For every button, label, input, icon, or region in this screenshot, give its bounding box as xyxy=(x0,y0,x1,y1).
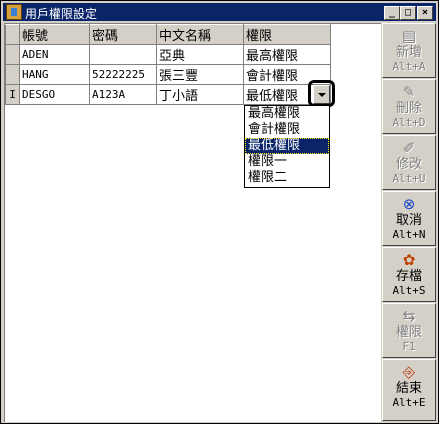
save-icon: ✿ xyxy=(402,251,416,269)
name-cell[interactable]: 張三豐 xyxy=(156,64,244,85)
cancel-icon: ⊗ xyxy=(402,195,416,213)
exit-icon: ⎆ xyxy=(402,363,415,381)
password-cell[interactable]: 52222225 xyxy=(89,64,157,85)
minimize-button[interactable]: _ xyxy=(384,6,400,20)
edit-button[interactable]: ✐ 修改 Alt+U xyxy=(382,135,436,190)
app-icon[interactable] xyxy=(6,4,22,20)
row-indicator[interactable] xyxy=(5,64,20,85)
column-header-name[interactable]: 中文名稱 xyxy=(156,24,244,45)
column-header-permission[interactable]: 權限 xyxy=(243,24,331,45)
permission-button[interactable]: ⇆ 權限 F1 xyxy=(382,303,436,358)
permission-dropdown-list: 最高權限 會計權限 最低權限 權限一 權限二 xyxy=(244,105,330,188)
permission-label: 權限 xyxy=(395,325,422,340)
grid-header-row: 帳號 密碼 中文名稱 權限 xyxy=(5,24,331,45)
table-row[interactable]: ADEN 亞典 最高權限 xyxy=(5,44,331,65)
focus-highlight-ring xyxy=(308,80,335,107)
save-button[interactable]: ✿ 存檔 Alt+S xyxy=(382,247,436,302)
cancel-label: 取消 xyxy=(395,213,422,228)
close-button[interactable]: × xyxy=(417,6,433,20)
dropdown-option[interactable]: 最高權限 xyxy=(245,106,329,122)
exit-label: 結束 xyxy=(395,381,422,396)
new-button[interactable]: ▤ 新增 Alt+A xyxy=(382,23,436,78)
row-indicator[interactable]: I xyxy=(5,84,20,105)
table-row[interactable]: I DESGO A123A 丁小語 最低權限 xyxy=(5,84,331,105)
save-label: 存檔 xyxy=(395,269,422,284)
cancel-shortcut: Alt+N xyxy=(392,228,426,241)
dropdown-option[interactable]: 會計權限 xyxy=(245,122,329,138)
user-grid: 帳號 密碼 中文名稱 權限 ADEN 亞典 最高權限 HANG 52222225… xyxy=(4,23,381,422)
account-cell[interactable]: ADEN xyxy=(19,44,90,65)
dropdown-option[interactable]: 權限二 xyxy=(245,170,329,186)
column-header-account[interactable]: 帳號 xyxy=(19,24,90,45)
edit-shortcut: Alt+U xyxy=(392,172,426,185)
delete-icon: ✎ xyxy=(402,83,416,101)
window-title: 用戶權限設定 xyxy=(25,7,98,21)
new-label: 新增 xyxy=(395,45,422,60)
new-icon: ▤ xyxy=(401,27,417,45)
delete-shortcut: Alt+D xyxy=(392,116,426,129)
account-cell[interactable]: HANG xyxy=(19,64,90,85)
dropdown-option-selected[interactable]: 最低權限 xyxy=(245,138,329,154)
new-shortcut: Alt+A xyxy=(392,60,426,73)
password-cell[interactable]: A123A xyxy=(89,84,157,105)
permission-window: 用戶權限設定 _ □ × 帳號 密碼 中文名稱 權限 ADEN 亞典 最高權限 … xyxy=(0,0,439,424)
permission-cell[interactable]: 最高權限 xyxy=(243,44,331,65)
maximize-button[interactable]: □ xyxy=(400,6,416,20)
title-bar[interactable]: 用戶權限設定 _ □ × xyxy=(3,3,436,21)
table-row[interactable]: HANG 52222225 張三豐 會計權限 xyxy=(5,64,331,85)
edit-icon: ✐ xyxy=(402,139,416,157)
save-shortcut: Alt+S xyxy=(392,284,426,297)
delete-label: 刪除 xyxy=(395,101,422,116)
delete-button[interactable]: ✎ 刪除 Alt+D xyxy=(382,79,436,134)
name-cell[interactable]: 亞典 xyxy=(156,44,244,65)
action-toolbar: ▤ 新增 Alt+A ✎ 刪除 Alt+D ✐ 修改 Alt+U ⊗ 取消 Al… xyxy=(382,23,436,421)
column-header-password[interactable]: 密碼 xyxy=(89,24,157,45)
permission-icon: ⇆ xyxy=(402,307,416,325)
dropdown-option[interactable]: 權限一 xyxy=(245,154,329,170)
exit-shortcut: Alt+E xyxy=(392,396,426,409)
password-cell[interactable] xyxy=(89,44,157,65)
cancel-button[interactable]: ⊗ 取消 Alt+N xyxy=(382,191,436,246)
row-indicator-header xyxy=(5,24,20,45)
permission-shortcut: F1 xyxy=(402,340,416,353)
account-cell[interactable]: DESGO xyxy=(19,84,90,105)
edit-label: 修改 xyxy=(395,157,422,172)
exit-button[interactable]: ⎆ 結束 Alt+E xyxy=(382,359,436,421)
name-cell[interactable]: 丁小語 xyxy=(156,84,244,105)
row-indicator[interactable] xyxy=(5,44,20,65)
